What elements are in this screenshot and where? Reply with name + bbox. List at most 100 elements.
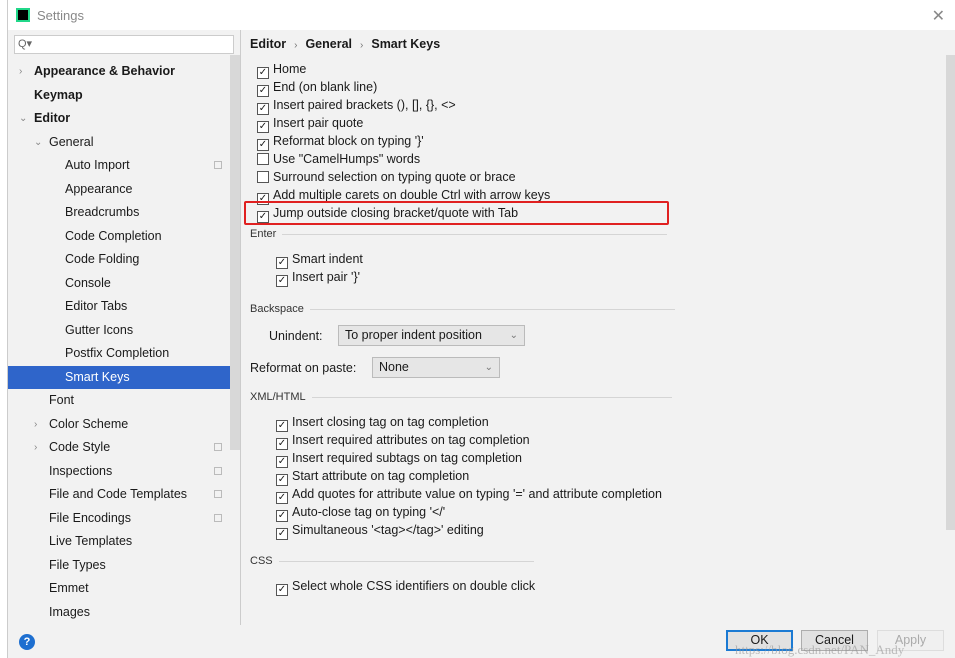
sidebar-item-file-encodings[interactable]: File Encodings: [8, 507, 240, 530]
checkbox-option[interactable]: Insert pair '}': [276, 268, 360, 287]
dropdown-value: None: [379, 360, 409, 374]
sidebar-item-code-completion[interactable]: Code Completion: [8, 225, 240, 248]
project-scope-icon: [214, 161, 222, 169]
sidebar-item-auto-import[interactable]: Auto Import: [8, 154, 240, 177]
sidebar-item-label: Code Completion: [65, 228, 162, 243]
sidebar-item-postfix-completion[interactable]: Postfix Completion: [8, 342, 240, 365]
sidebar-item-label: Emmet: [49, 581, 89, 595]
unindent-dropdown[interactable]: To proper indent position ⌄: [338, 325, 525, 346]
sidebar-item-label: Color Scheme: [49, 416, 129, 431]
checkbox-option[interactable]: End (on blank line): [257, 78, 378, 97]
chevron-right-icon[interactable]: ›: [34, 436, 37, 459]
unindent-label: Unindent:: [269, 329, 323, 343]
group-title: Enter: [250, 228, 277, 240]
sidebar: Q▾ › Appearance & Behavior Keymap ⌄ Editor ⌄ G…: [8, 30, 241, 625]
checkbox-option[interactable]: Surround selection on typing quote or br…: [257, 168, 516, 186]
group-css: CSS: [250, 555, 534, 567]
checkbox-label: End (on blank line): [273, 80, 378, 94]
sidebar-item-gutter-icons[interactable]: Gutter Icons: [8, 319, 240, 342]
sidebar-item-editor[interactable]: ⌄ Editor: [8, 107, 240, 130]
breadcrumb-item[interactable]: Editor: [250, 37, 286, 51]
sidebar-item-appearance-behavior[interactable]: › Appearance & Behavior: [8, 60, 240, 83]
sidebar-item-label: File Encodings: [49, 510, 131, 525]
checkbox-label: Insert required subtags on tag completio…: [292, 451, 522, 465]
checkbox-option[interactable]: Insert required attributes on tag comple…: [276, 431, 530, 450]
group-title: CSS: [250, 555, 273, 567]
sidebar-item-emmet[interactable]: Emmet: [8, 577, 240, 600]
watermark: https://blog.csdn.net/PAN_Andy: [735, 642, 905, 657]
title-bar: Settings ✕: [8, 0, 955, 30]
chevron-down-icon[interactable]: ⌄: [19, 107, 27, 130]
checkbox-label: Start attribute on tag completion: [292, 469, 470, 483]
sidebar-item-appearance[interactable]: Appearance: [8, 178, 240, 201]
sidebar-scrollbar[interactable]: [230, 55, 240, 450]
chevron-right-icon[interactable]: ›: [19, 60, 22, 83]
sidebar-item-keymap[interactable]: Keymap: [8, 84, 240, 107]
breadcrumb-item[interactable]: General: [305, 37, 352, 51]
checkbox-label: Insert required attributes on tag comple…: [292, 433, 530, 447]
sidebar-item-smart-keys[interactable]: Smart Keys: [8, 365, 240, 389]
sidebar-item-label: Images: [49, 604, 90, 619]
project-scope-icon: [214, 490, 222, 498]
checkbox-checked-icon[interactable]: [276, 275, 288, 287]
checkbox-label: Surround selection on typing quote or br…: [273, 170, 516, 184]
checkbox-label: Smart indent: [292, 252, 363, 266]
checkbox-option[interactable]: Insert pair quote: [257, 114, 363, 133]
sidebar-item-file-types[interactable]: File Types: [8, 554, 240, 577]
sidebar-item-label: Gutter Icons: [65, 322, 134, 337]
sidebar-item-label: File Types: [49, 557, 106, 572]
checkbox-option[interactable]: Use "CamelHumps" words: [257, 150, 420, 168]
checkbox-option[interactable]: Select whole CSS identifiers on double c…: [276, 577, 535, 596]
checkbox-option[interactable]: Home: [257, 60, 307, 79]
sidebar-item-live-templates[interactable]: Live Templates: [8, 530, 240, 553]
checkbox-label: Add quotes for attribute value on typing…: [292, 487, 662, 501]
sidebar-item-code-folding[interactable]: Code Folding: [8, 248, 240, 271]
help-button[interactable]: ?: [19, 634, 35, 650]
sidebar-item-inspections[interactable]: Inspections: [8, 460, 240, 483]
checkbox-option[interactable]: Reformat block on typing '}': [257, 132, 424, 151]
highlight-box: [244, 201, 669, 225]
group-xml: XML/HTML: [250, 391, 672, 403]
main-scrollbar[interactable]: [946, 55, 955, 530]
checkbox-option[interactable]: Add quotes for attribute value on typing…: [276, 485, 662, 504]
sidebar-item-font[interactable]: Font: [8, 389, 240, 412]
checkbox-option[interactable]: Simultaneous '<tag></tag>' editing: [276, 521, 484, 540]
checkbox-option[interactable]: Smart indent: [276, 250, 363, 269]
sidebar-item-color-scheme[interactable]: › Color Scheme: [8, 413, 240, 436]
chevron-down-icon: ⌄: [484, 362, 493, 373]
reformat-dropdown[interactable]: None ⌄: [372, 357, 500, 378]
sidebar-item-breadcrumbs[interactable]: Breadcrumbs: [8, 201, 240, 224]
checkbox-option[interactable]: Insert required subtags on tag completio…: [276, 449, 522, 468]
sidebar-item-console[interactable]: Console: [8, 272, 240, 295]
sidebar-item-general[interactable]: ⌄ General: [8, 131, 240, 154]
checkbox-option[interactable]: Insert paired brackets (), [], {}, <>: [257, 96, 456, 115]
checkbox-checked-icon[interactable]: [276, 584, 288, 596]
sidebar-item-label: Editor Tabs: [65, 299, 128, 313]
checkbox-option[interactable]: Auto-close tag on typing '</': [276, 503, 445, 522]
checkbox-option[interactable]: Insert closing tag on tag completion: [276, 413, 489, 432]
chevron-down-icon[interactable]: ⌄: [34, 131, 42, 154]
settings-window: Settings ✕ Q▾ › Appearance & Behavior Keym…: [7, 0, 955, 658]
sidebar-item-code-style[interactable]: › Code Style: [8, 436, 240, 459]
checkbox-unchecked-icon[interactable]: [257, 171, 269, 183]
breadcrumb-item: Smart Keys: [371, 37, 441, 51]
checkbox-checked-icon[interactable]: [276, 528, 288, 540]
checkbox-label: Home: [273, 62, 307, 76]
chevron-right-icon[interactable]: ›: [34, 413, 37, 436]
group-enter: Enter: [250, 228, 668, 240]
search-input[interactable]: Q▾: [14, 35, 234, 54]
sidebar-item-file-and-code-templates[interactable]: File and Code Templates: [8, 483, 240, 506]
checkbox-option[interactable]: Start attribute on tag completion: [276, 467, 470, 486]
sidebar-item-label: Breadcrumbs: [65, 205, 140, 219]
sidebar-item-label: Postfix Completion: [65, 346, 170, 360]
project-scope-icon: [214, 513, 222, 522]
checkbox-unchecked-icon[interactable]: [257, 153, 269, 165]
sidebar-item-editor-tabs[interactable]: Editor Tabs: [8, 295, 240, 318]
sidebar-item-label: Code Style: [49, 440, 111, 454]
close-icon[interactable]: ✕: [932, 6, 945, 26]
sidebar-item-images[interactable]: Images: [8, 601, 240, 624]
sidebar-item-label: Console: [65, 275, 111, 290]
reformat-label: Reformat on paste:: [250, 361, 357, 375]
sidebar-item-label: Appearance & Behavior: [34, 64, 176, 78]
breadcrumb: Editor › General › Smart Keys: [250, 37, 440, 51]
